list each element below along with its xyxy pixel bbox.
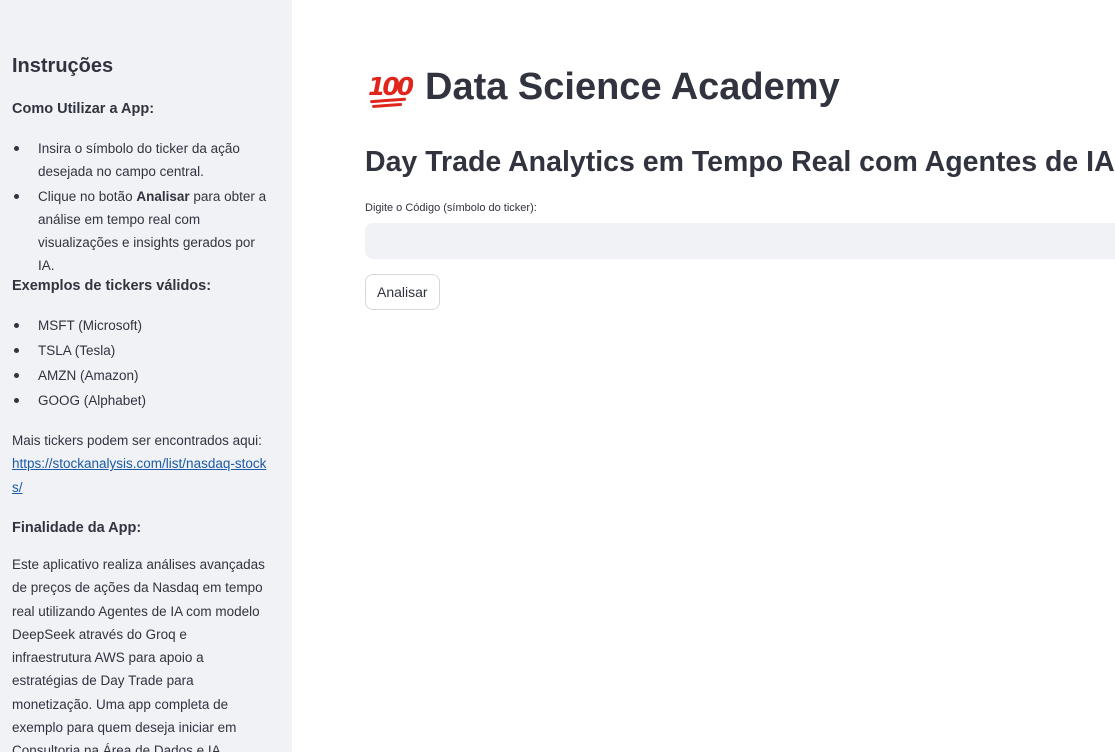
bullet-icon — [14, 398, 19, 403]
ticker-example: MSFT (Microsoft) — [38, 318, 142, 333]
list-item: TSLA (Tesla) — [12, 339, 274, 362]
list-item-text: Insira o símbolo do ticker da ação desej… — [38, 141, 240, 179]
more-tickers-paragraph: Mais tickers podem ser encontrados aqui:… — [12, 429, 270, 499]
page-subtitle: Day Trade Analytics em Tempo Real com Ag… — [365, 146, 1115, 178]
hundred-points-icon-graphic: 100 — [368, 72, 417, 108]
nasdaq-stocks-link[interactable]: https://stockanalysis.com/list/nasdaq-st… — [12, 456, 266, 494]
examples-heading: Exemplos de tickers válidos: — [12, 278, 212, 294]
purpose-heading: Finalidade da App: — [12, 520, 142, 536]
examples-list: MSFT (Microsoft) TSLA (Tesla) AMZN (Amaz… — [12, 314, 274, 414]
how-to-use-list: Insira o símbolo do ticker da ação desej… — [12, 137, 274, 279]
page-title: 100 Data Science Academy — [367, 66, 840, 109]
ticker-example: AMZN (Amazon) — [38, 368, 139, 383]
bullet-icon — [14, 194, 19, 199]
ticker-example: GOOG (Alphabet) — [38, 393, 147, 408]
svg-text:100: 100 — [368, 72, 413, 101]
bullet-icon — [14, 146, 19, 151]
bullet-icon — [14, 373, 19, 378]
list-item: Insira o símbolo do ticker da ação desej… — [12, 137, 274, 183]
sidebar: Instruções Como Utilizar a App: Insira o… — [0, 0, 292, 752]
ticker-example: TSLA (Tesla) — [38, 343, 116, 358]
purpose-text: Este aplicativo realiza análises avançad… — [12, 557, 265, 752]
sidebar-heading: Instruções — [12, 55, 114, 77]
ticker-input-label: Digite o Código (símbolo do ticker): — [365, 202, 537, 214]
more-tickers-text: Mais tickers podem ser encontrados aqui: — [12, 433, 262, 448]
list-item-text-pre: Clique no botão — [38, 189, 137, 204]
list-item: GOOG (Alphabet) — [12, 389, 274, 412]
list-item-text-bold: Analisar — [136, 189, 190, 204]
hundred-points-icon: 100 — [367, 68, 417, 108]
bullet-icon — [14, 323, 19, 328]
bullet-icon — [14, 348, 19, 353]
page-title-text: Data Science Academy — [425, 66, 840, 108]
ticker-input[interactable] — [365, 223, 1115, 259]
list-item: Clique no botão Analisar para obter a an… — [12, 185, 274, 277]
list-item: AMZN (Amazon) — [12, 364, 274, 387]
main-content: 100 Data Science Academy Day Trade Analy… — [292, 0, 1115, 752]
app-root: Instruções Como Utilizar a App: Insira o… — [0, 0, 1115, 752]
how-to-use-heading: Como Utilizar a App: — [12, 101, 155, 117]
list-item: MSFT (Microsoft) — [12, 314, 274, 337]
analyze-button[interactable]: Analisar — [365, 274, 440, 310]
